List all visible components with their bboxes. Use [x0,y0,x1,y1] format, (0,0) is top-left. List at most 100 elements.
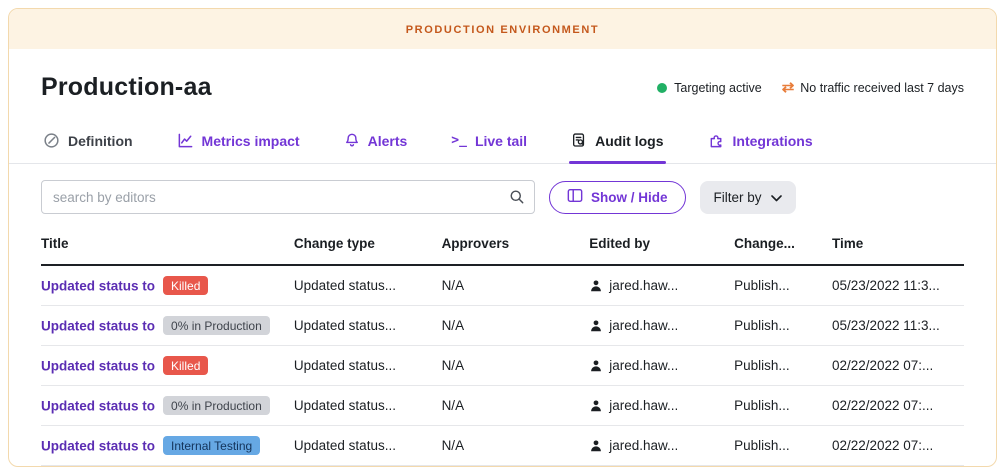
tab-bar: Definition Metrics impact Alerts >_ Live… [9,124,996,164]
time-cell: 02/22/2022 07:... [832,346,964,386]
change-cell: Publish... [734,426,832,466]
change-cell: Publish... [734,265,832,306]
person-icon [589,279,603,293]
environment-card: PRODUCTION ENVIRONMENT Production-aa Tar… [8,8,997,467]
tab-label: Definition [68,133,133,149]
toolbar: Show / Hide Filter by [9,180,996,214]
audit-log-table: TitleChange typeApproversEdited byChange… [41,230,964,466]
column-header: Change type [294,230,442,265]
table-row: Updated status to0% in ProductionUpdated… [41,306,964,346]
column-header: Approvers [442,230,590,265]
tab-label: Live tail [475,133,527,149]
audit-entry-link[interactable]: Updated status to [41,439,155,454]
tab-audit-logs[interactable]: Audit logs [569,124,665,163]
targeting-active-dot [657,83,667,93]
show-hide-button[interactable]: Show / Hide [549,181,686,214]
definition-icon [43,132,60,149]
tab-label: Alerts [368,133,408,149]
time-cell: 02/22/2022 07:... [832,426,964,466]
column-header: Time [832,230,964,265]
audit-entry-link[interactable]: Updated status to [41,359,155,374]
table-body: Updated status to Killed Updated status...… [41,265,964,466]
title-cell: Updated status to Killed [41,346,294,386]
terminal-icon: >_ [451,133,467,148]
column-header: Title [41,230,294,265]
time-cell: 05/23/2022 11:3... [832,265,964,306]
traffic-arrows-icon: ⇄ [782,80,795,95]
page-title: Production-aa [41,73,212,102]
page-header: Production-aa Targeting active ⇄ No traf… [9,49,996,108]
tab-integrations[interactable]: Integrations [706,124,815,163]
tab-alerts[interactable]: Alerts [342,124,410,163]
change-type-cell: Updated status... [294,306,442,346]
show-hide-label: Show / Hide [591,190,668,205]
integrations-puzzle-icon [708,132,725,149]
chevron-down-icon [771,190,782,205]
bell-icon [344,132,360,149]
time-cell: 05/23/2022 11:3... [832,306,964,346]
audit-log-table-wrapper: TitleChange typeApproversEdited byChange… [9,230,996,466]
change-type-cell: Updated status... [294,386,442,426]
tab-label: Integrations [733,133,813,149]
person-icon [589,439,603,453]
editor-name: jared.haw... [609,278,678,293]
change-cell: Publish... [734,346,832,386]
tab-label: Audit logs [595,133,663,149]
filter-by-button[interactable]: Filter by [700,181,796,214]
change-type-cell: Updated status... [294,265,442,306]
tab-label: Metrics impact [202,133,300,149]
editor-name: jared.haw... [609,358,678,373]
editor-name: jared.haw... [609,318,678,333]
status-badge: 0% in Production [163,316,270,335]
targeting-status: Targeting active [657,81,762,95]
banner-text: PRODUCTION ENVIRONMENT [406,24,599,36]
editor-name: jared.haw... [609,438,678,453]
change-type-cell: Updated status... [294,346,442,386]
filter-by-label: Filter by [714,190,762,205]
audit-logs-icon [571,132,587,149]
audit-entry-link[interactable]: Updated status to [41,279,155,294]
approvers-cell: N/A [442,386,590,426]
title-cell: Updated status to 0% in Production [41,306,294,346]
tab-live-tail[interactable]: >_ Live tail [449,124,529,163]
column-header: Edited by [589,230,734,265]
person-icon [589,399,603,413]
title-cell: Updated status toInternal Testing [41,426,294,466]
table-row: Updated status toKilledUpdated status...… [41,265,964,306]
status-badge: 0% in Production [163,396,270,415]
table-row: Updated status to Killed Updated status...… [41,346,964,386]
audit-entry-link[interactable]: Updated status to [41,399,155,414]
title-cell: Updated status toKilled [41,265,294,306]
production-environment-banner: PRODUCTION ENVIRONMENT [9,9,996,49]
search-input[interactable] [41,180,535,214]
column-header: Change... [734,230,832,265]
tab-metrics-impact[interactable]: Metrics impact [175,124,302,163]
search-icon [509,189,525,210]
table-header-row: TitleChange typeApproversEdited byChange… [41,230,964,265]
person-icon [589,319,603,333]
columns-icon [567,188,583,206]
editor-name: jared.haw... [609,398,678,413]
edited-by-cell: jared.haw... [589,265,734,306]
approvers-cell: N/A [442,265,590,306]
search-input-wrapper [41,180,535,214]
traffic-status: ⇄ No traffic received last 7 days [782,80,964,95]
approvers-cell: N/A [442,346,590,386]
title-cell: Updated status to 0% in Production [41,386,294,426]
edited-by-cell: jared.haw... [589,346,734,386]
edited-by-cell: jared.haw... [589,306,734,346]
change-type-cell: Updated status... [294,426,442,466]
change-cell: Publish... [734,306,832,346]
person-icon [589,359,603,373]
status-badge: Killed [163,356,208,375]
targeting-status-label: Targeting active [674,81,762,95]
traffic-status-label: No traffic received last 7 days [800,81,964,95]
metrics-chart-icon [177,132,194,149]
audit-entry-link[interactable]: Updated status to [41,319,155,334]
edited-by-cell: jared.haw... [589,426,734,466]
tab-definition[interactable]: Definition [41,124,135,163]
edited-by-cell: jared.haw... [589,386,734,426]
table-row: Updated status to0% in ProductionUpdated… [41,386,964,426]
change-cell: Publish... [734,386,832,426]
time-cell: 02/22/2022 07:... [832,386,964,426]
